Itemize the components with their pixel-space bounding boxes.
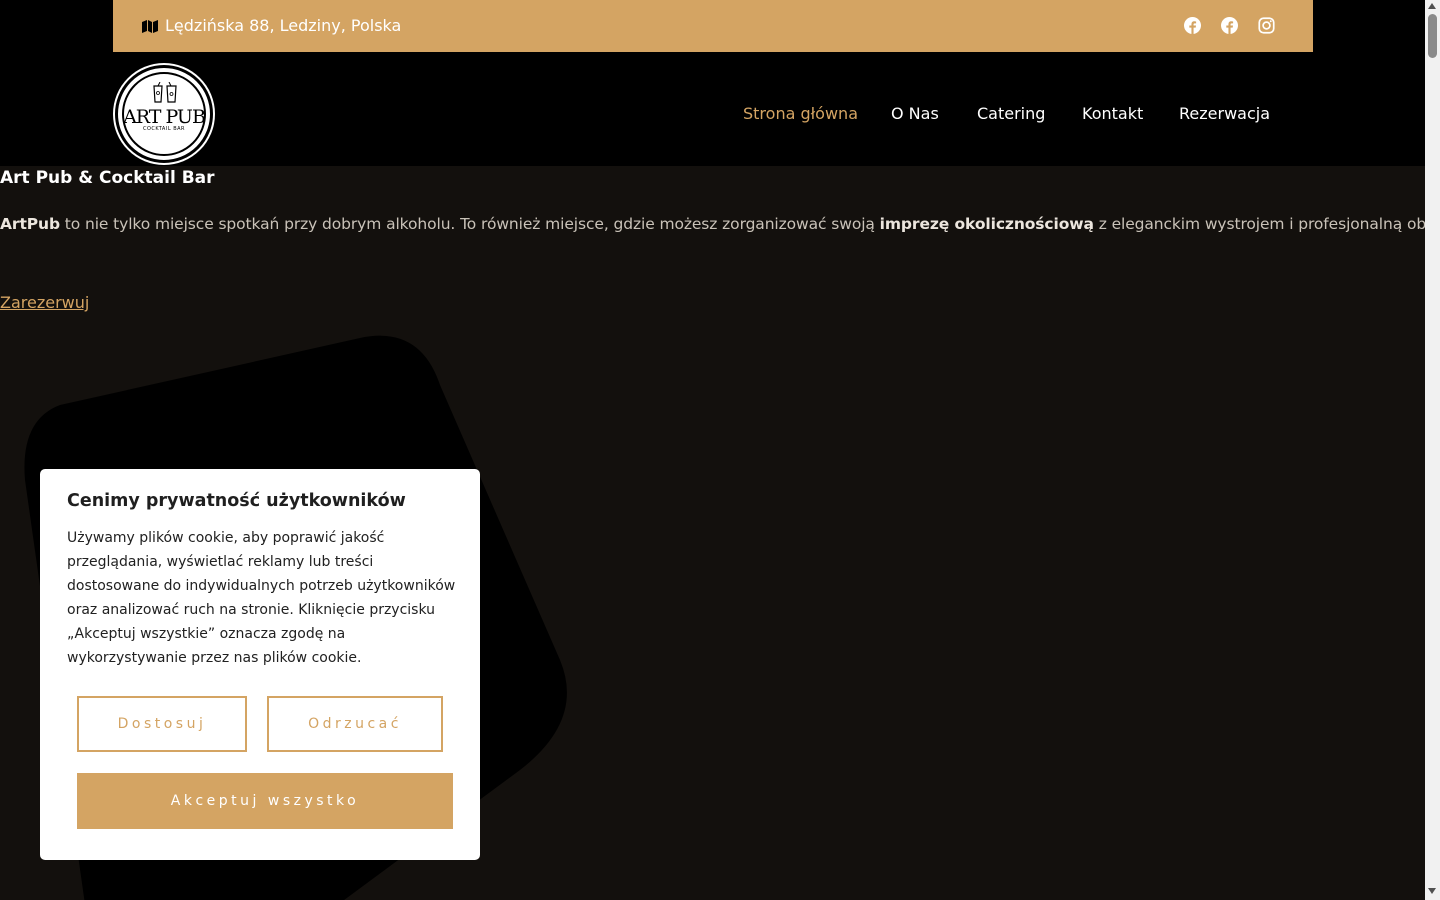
intro-emphasis: imprezę okolicznościową bbox=[879, 215, 1094, 233]
intro-brand: ArtPub bbox=[0, 215, 60, 233]
top-bar: Lędzińska 88, Ledziny, Polska bbox=[113, 0, 1313, 52]
page-title: Art Pub & Cocktail Bar bbox=[0, 168, 215, 188]
accept-all-button[interactable]: Akceptuj wszystko bbox=[77, 773, 453, 829]
address-text: Lędzińska 88, Ledziny, Polska bbox=[165, 16, 402, 35]
facebook-icon[interactable] bbox=[1221, 17, 1238, 34]
nav-item-about[interactable]: O Nas bbox=[891, 104, 939, 123]
cookie-description: Używamy plików cookie, aby poprawić jako… bbox=[67, 530, 456, 666]
page: Lędzińska 88, Ledziny, Polska ART PUB CO… bbox=[0, 0, 1425, 900]
cookie-title: Cenimy prywatność użytkowników bbox=[67, 491, 406, 511]
reject-button[interactable]: Odrzucać bbox=[267, 696, 443, 752]
intro-text-1: to nie tylko miejsce spotkań przy dobrym… bbox=[59, 215, 880, 233]
nav-item-home[interactable]: Strona główna bbox=[743, 104, 858, 123]
map-icon bbox=[142, 20, 158, 33]
instagram-icon[interactable] bbox=[1258, 17, 1275, 34]
reserve-link[interactable]: Zarezerwuj bbox=[0, 293, 89, 312]
scrollbar[interactable] bbox=[1425, 0, 1440, 900]
intro-text-2: z eleganckim wystrojem i profesjonalną o… bbox=[1098, 215, 1425, 233]
scrollbar-thumb[interactable] bbox=[1428, 14, 1437, 58]
scroll-up-arrow-icon[interactable] bbox=[1428, 3, 1436, 9]
facebook-icon[interactable] bbox=[1184, 17, 1201, 34]
nav-item-catering[interactable]: Catering bbox=[977, 104, 1045, 123]
nav-item-reservation[interactable]: Rezerwacja bbox=[1179, 104, 1270, 123]
customize-button[interactable]: Dostosuj bbox=[77, 696, 247, 752]
main-nav: Strona główna O Nas Catering Kontakt Rez… bbox=[0, 104, 1425, 126]
cookie-consent-dialog: Cenimy prywatność użytkowników Używamy p… bbox=[40, 469, 480, 860]
cocktail-glasses-icon bbox=[153, 82, 177, 103]
scroll-down-arrow-icon[interactable] bbox=[1428, 888, 1436, 894]
intro-paragraph: ArtPub to nie tylko miejsce spotkań przy… bbox=[0, 215, 1425, 233]
nav-item-contact[interactable]: Kontakt bbox=[1082, 104, 1143, 123]
logo-subtitle: COCKTAIL BAR bbox=[142, 126, 186, 132]
